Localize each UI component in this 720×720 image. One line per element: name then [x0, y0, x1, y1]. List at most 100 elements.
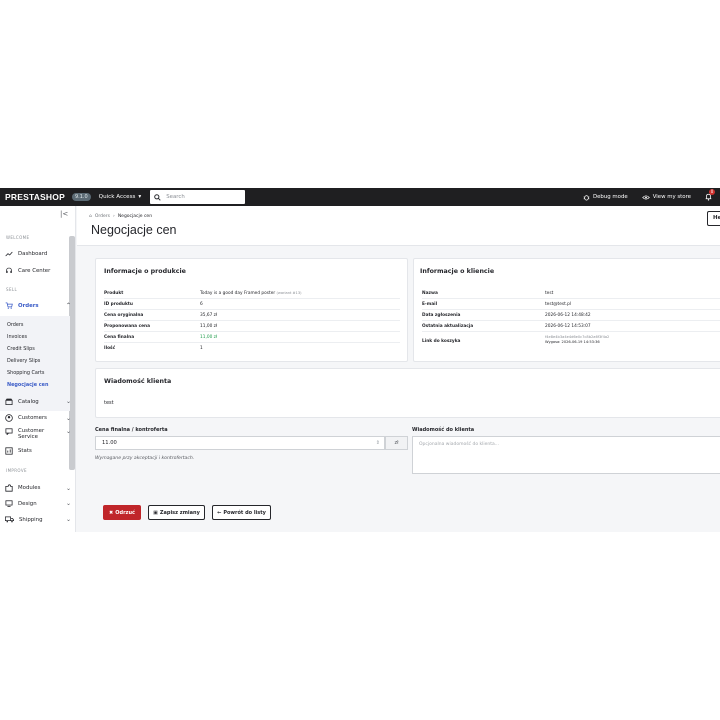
row-label: Link do koszyka — [422, 338, 461, 344]
message-textarea[interactable]: Opcjonalna wiadomość do klienta... — [412, 436, 720, 474]
sidebar-item-customer-service[interactable]: Customer Service ⌄ — [5, 428, 71, 440]
client-card-title: Informacje o kliencie — [420, 268, 495, 275]
chevron-up-icon: ⌃ — [65, 302, 71, 309]
save-label: Zapisz zmiany — [159, 509, 200, 516]
view-store-button[interactable]: View my store — [641, 194, 691, 201]
row-value: 35,67 zł — [200, 312, 218, 318]
debug-mode-button[interactable]: Debug mode — [583, 194, 628, 201]
sidebar-label-design: Design — [18, 500, 37, 507]
client-message-card: Wiadomość klienta test — [95, 368, 720, 418]
quick-access-menu[interactable]: Quick Access ▾ — [99, 194, 142, 200]
save-button[interactable]: ▣ Zapisz zmiany — [148, 505, 205, 520]
price-value: 11.00 — [102, 440, 117, 446]
reject-button[interactable]: ✖ Odrzuć — [103, 505, 141, 520]
collapse-sidebar-icon[interactable]: |< — [60, 210, 68, 218]
sidebar-item-design[interactable]: Design ⌄ — [5, 500, 71, 507]
row-label: Nazwa — [422, 290, 438, 296]
sidebar-subitem-credit-slips[interactable]: Credit Slips — [7, 346, 35, 352]
page-header: ⌂ Orders › Negocjacje cen Negocjacje cen… — [77, 206, 720, 246]
row-value: 2026-06-12 14:48:42 — [545, 312, 591, 318]
top-bar: PRESTASHOP 9.1.0 Quick Access ▾ Search D… — [0, 188, 720, 206]
product-name-text: Today is a good day Framed poster — [200, 290, 276, 296]
product-row-id: ID produktu 6 — [104, 299, 400, 310]
user-circle-icon — [5, 414, 13, 422]
sidebar-item-orders[interactable]: Orders ⌃ — [5, 302, 71, 309]
sidebar-subitem-invoices[interactable]: Invoices — [7, 334, 27, 340]
product-row-final-price: Cena finalna 11,00 zł — [104, 332, 400, 343]
stats-icon — [5, 447, 13, 455]
cart-icon — [5, 302, 13, 309]
reject-label: Odrzuć — [115, 509, 135, 516]
sidebar-item-stats[interactable]: Stats — [5, 447, 71, 455]
row-label: Cena finalna — [104, 334, 135, 340]
puzzle-icon — [5, 484, 13, 492]
sidebar-label-customers: Customers — [18, 415, 47, 421]
sidebar-subitem-orders[interactable]: Orders — [7, 322, 23, 328]
price-field-hint: Wymagane przy akceptacji i kontrofertach… — [95, 456, 195, 461]
eye-icon — [641, 195, 650, 199]
chevron-down-icon: ⌄ — [65, 484, 71, 492]
view-store-label: View my store — [652, 194, 691, 200]
headset-icon — [6, 267, 12, 273]
sidebar-item-care-center[interactable]: Care Center — [5, 267, 71, 274]
client-row-name: Nazwa test — [422, 288, 720, 299]
close-icon: ✖ — [109, 509, 114, 516]
search-input[interactable]: Search — [166, 194, 185, 200]
number-spinner-icon[interactable]: ⇕ — [376, 440, 380, 446]
breadcrumb-current: Negocjacje cen — [117, 214, 153, 219]
row-label: Ostatnia aktualizacja — [422, 323, 474, 329]
client-row-created: Data zgłoszenia 2026-06-12 14:48:42 — [422, 310, 720, 321]
sidebar-label-orders: Orders — [18, 302, 39, 309]
variant-note: (wariant #13) — [276, 290, 302, 295]
product-name-value: Today is a good day Framed poster (waria… — [200, 291, 302, 296]
sidebar-item-dashboard[interactable]: Dashboard — [5, 251, 71, 257]
search-box[interactable]: Search — [150, 190, 246, 204]
product-row-quantity: Ilość 1 — [104, 343, 400, 354]
back-to-list-button[interactable]: ← Powrót do listy — [212, 505, 271, 520]
sidebar-label-customer-service: Customer Service — [18, 428, 45, 440]
notifications-button[interactable]: 0 — [705, 189, 715, 201]
product-row-name: Produkt Today is a good day Framed poste… — [104, 288, 400, 299]
sidebar-subitem-delivery-slips[interactable]: Delivery Slips — [7, 358, 40, 364]
row-value: 1 — [200, 346, 203, 351]
section-sell: SELL — [6, 287, 18, 292]
sidebar-item-catalog[interactable]: Catalog ⌄ — [5, 398, 71, 405]
breadcrumb-orders[interactable]: Orders — [95, 214, 110, 219]
search-icon — [154, 193, 161, 201]
product-row-original-price: Cena oryginalna 35,67 zł — [104, 310, 400, 321]
sidebar: |< WELCOME Dashboard Care Center SELL Or… — [0, 206, 76, 532]
sidebar-subitem-negocjacje-cen[interactable]: Negocjacje cen — [7, 382, 48, 388]
client-info-card: Informacje o kliencie Nazwa test E-mail … — [413, 258, 720, 362]
sidebar-item-shipping[interactable]: Shipping ⌄ — [5, 516, 71, 523]
sidebar-subitem-shopping-carts[interactable]: Shopping Carts — [7, 370, 44, 376]
sidebar-item-modules[interactable]: Modules ⌄ — [5, 484, 71, 492]
trending-up-icon — [5, 251, 13, 257]
client-message-text: test — [104, 400, 114, 406]
client-row-updated: Ostatnia aktualizacja 2026-06-12 14:53:0… — [422, 321, 720, 332]
row-value: 2026-06-12 14:53:07 — [545, 323, 591, 329]
chevron-down-icon: ⌄ — [65, 398, 71, 405]
row-value: 11,00 zł — [200, 323, 218, 329]
client-row-cart-link: Link do koszyka f4e8e4b3a4e4d6e0c7c8b2a6… — [422, 332, 720, 350]
chevron-down-icon: ▾ — [138, 194, 142, 200]
sidebar-label-stats: Stats — [18, 448, 32, 454]
chevron-right-icon: › — [113, 214, 115, 219]
product-info-card: Informacje o produkcie Produkt Today is … — [95, 258, 408, 362]
save-icon: ▣ — [153, 509, 158, 516]
help-button[interactable]: He — [707, 211, 720, 226]
breadcrumb: ⌂ Orders › Negocjacje cen — [89, 214, 152, 219]
final-price-input[interactable]: 11.00 ⇕ — [95, 436, 385, 450]
row-label: Ilość — [104, 346, 116, 351]
row-value: test — [545, 290, 554, 296]
main-content: ⌂ Orders › Negocjacje cen Negocjacje cen… — [77, 206, 720, 532]
brand-logo[interactable]: PRESTASHOP — [5, 192, 65, 202]
row-label: Proponowana cena — [104, 323, 151, 329]
home-icon: ⌂ — [89, 214, 92, 219]
cart-link-expiry: Wygasa: 2026-06-19 14:53:36 — [545, 340, 600, 344]
row-value: 6 — [200, 301, 203, 307]
sidebar-item-customers[interactable]: Customers ⌄ — [5, 414, 71, 422]
version-badge: 9.1.0 — [71, 193, 91, 201]
chevron-down-icon: ⌄ — [65, 428, 71, 435]
sidebar-label-dashboard: Dashboard — [18, 251, 48, 257]
sidebar-label-modules: Modules — [18, 485, 41, 491]
